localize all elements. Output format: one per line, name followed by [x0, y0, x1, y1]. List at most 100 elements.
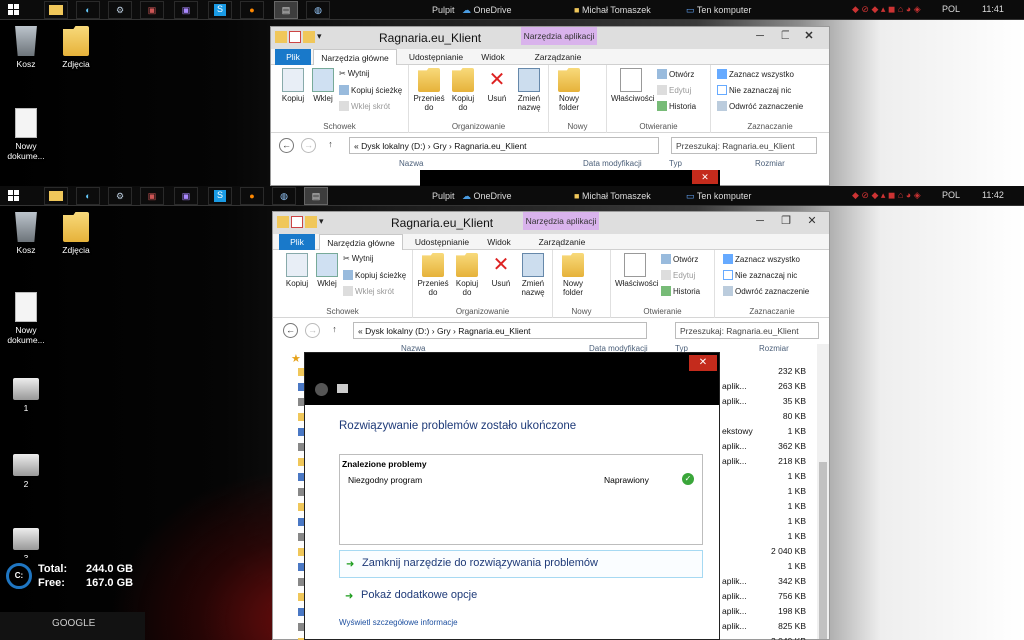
- column-size[interactable]: Rozmiar: [755, 159, 785, 168]
- details-link[interactable]: Wyświetl szczegółowe informacje: [339, 618, 458, 627]
- open-button[interactable]: Otwórz: [661, 254, 698, 264]
- tab-home[interactable]: Narzędzia główne: [319, 234, 403, 251]
- desktop-icon-printer-1[interactable]: 1: [4, 372, 48, 413]
- taskbar-label-pulpit[interactable]: Pulpit: [432, 191, 455, 201]
- tray-icons[interactable]: ◆ ⊘ ◆ ▴ ◼ ⌂ ◕ ◈: [852, 4, 921, 15]
- copy-path-button[interactable]: Kopiuj ścieżkę: [339, 85, 402, 95]
- tab-share[interactable]: Udostępnianie: [409, 234, 475, 250]
- quick-access-toolbar[interactable]: ▾: [275, 31, 325, 43]
- search-input[interactable]: Przeszukaj: Ragnaria.eu_Klient: [671, 137, 817, 154]
- taskbar-label-pulpit[interactable]: Pulpit: [432, 5, 455, 15]
- edit-button[interactable]: Edytuj: [657, 85, 691, 95]
- tab-view[interactable]: Widok: [475, 49, 511, 65]
- dialog-close-button[interactable]: ✕: [689, 355, 717, 371]
- history-button[interactable]: Historia: [661, 286, 700, 296]
- move-to-button[interactable]: Przenieś do: [417, 253, 449, 297]
- explorer-taskbar-icon[interactable]: [44, 187, 68, 205]
- delete-button[interactable]: ✕ Usuń: [481, 68, 513, 103]
- paste-button[interactable]: Wklej: [311, 253, 343, 288]
- new-folder-button[interactable]: Nowy folder: [553, 68, 585, 112]
- tab-share[interactable]: Udostępnianie: [403, 49, 469, 65]
- delete-button[interactable]: ✕ Usuń: [485, 253, 517, 288]
- rename-button[interactable]: Zmień nazwę: [513, 68, 545, 112]
- rename-button[interactable]: Zmień nazwę: [517, 253, 549, 297]
- app-taskbar-icon[interactable]: ▣: [140, 1, 164, 19]
- start-icon[interactable]: [2, 1, 26, 19]
- properties-button[interactable]: Właściwości: [611, 68, 655, 103]
- app-taskbar-icon[interactable]: ▣: [174, 1, 198, 19]
- taskbar-label-computer[interactable]: ▭ Ten komputer: [686, 191, 751, 202]
- google-search-gadget[interactable]: GOOGLE: [0, 612, 145, 640]
- skype-taskbar-icon[interactable]: S: [208, 1, 232, 19]
- desktop-icon-new-document[interactable]: Nowy dokume...: [4, 292, 48, 345]
- paste-button[interactable]: Wklej: [307, 68, 339, 103]
- invert-selection-button[interactable]: Odwróć zaznaczenie: [723, 286, 809, 296]
- column-name[interactable]: Nazwa: [399, 159, 423, 168]
- move-to-button[interactable]: Przenieś do: [413, 68, 445, 112]
- forward-button[interactable]: →: [305, 323, 320, 338]
- copy-button[interactable]: Kopiuj: [277, 68, 309, 103]
- tab-manage[interactable]: Zarządzanie: [527, 234, 597, 250]
- dialog-close-button-back[interactable]: ✕: [692, 170, 718, 184]
- taskbar-label-user[interactable]: ■ Michał Tomaszek: [574, 5, 651, 15]
- history-button[interactable]: Historia: [657, 101, 696, 111]
- firefox-taskbar-icon[interactable]: ●: [240, 187, 264, 205]
- tab-file[interactable]: Plik: [275, 49, 311, 65]
- search-input[interactable]: Przeszukaj: Ragnaria.eu_Klient: [675, 322, 819, 339]
- vertical-scrollbar[interactable]: [817, 344, 829, 639]
- scrollbar-thumb[interactable]: [819, 462, 827, 639]
- skype-taskbar-icon[interactable]: S: [208, 187, 232, 205]
- tab-view[interactable]: Widok: [481, 234, 517, 250]
- tab-home[interactable]: Narzędzia główne: [313, 49, 397, 66]
- desktop-icon-new-document[interactable]: Nowy dokume...: [4, 108, 48, 161]
- taskbar-label-onedrive[interactable]: ☁ OneDrive: [462, 5, 512, 16]
- clock[interactable]: 11:42: [982, 190, 1004, 200]
- copy-to-button[interactable]: Kopiuj do: [451, 253, 483, 297]
- forward-button[interactable]: →: [301, 138, 316, 153]
- app-taskbar-icon[interactable]: ▣: [140, 187, 164, 205]
- clock[interactable]: 11:41: [982, 4, 1004, 14]
- app-taskbar-icon[interactable]: ◐: [76, 187, 100, 205]
- properties-button[interactable]: Właściwości: [615, 253, 659, 288]
- desktop-icon-pictures[interactable]: Zdjęcia: [54, 212, 98, 255]
- start-icon[interactable]: [2, 187, 26, 205]
- steam-taskbar-icon[interactable]: ⚙: [108, 1, 132, 19]
- app-taskbar-icon[interactable]: ▣: [174, 187, 198, 205]
- tray-icons[interactable]: ◆ ⊘ ◆ ▴ ◼ ⌂ ◕ ◈: [852, 190, 921, 201]
- column-type[interactable]: Typ: [669, 159, 682, 168]
- desktop-icon-printer-2[interactable]: 2: [4, 448, 48, 489]
- column-date[interactable]: Data modyfikacji: [583, 159, 642, 168]
- minimize-button[interactable]: ─: [747, 212, 773, 232]
- desktop-icon-recycle-bin[interactable]: Kosz: [4, 212, 48, 255]
- paste-shortcut-button[interactable]: Wklej skrót: [339, 101, 390, 111]
- maximize-button[interactable]: ❐: [773, 212, 799, 232]
- app-taskbar-icon[interactable]: ◐: [76, 1, 100, 19]
- address-bar[interactable]: « Dysk lokalny (D:) › Gry › Ragnaria.eu_…: [349, 137, 659, 154]
- back-button[interactable]: ←: [279, 138, 294, 153]
- desktop-icon-printer-3[interactable]: 3: [4, 522, 48, 558]
- up-button[interactable]: ↑: [323, 138, 338, 153]
- close-troubleshooter-link[interactable]: ➜ Zamknij narzędzie do rozwiązywania prob…: [339, 550, 703, 578]
- copy-to-button[interactable]: Kopiuj do: [447, 68, 479, 112]
- edit-button[interactable]: Edytuj: [661, 270, 695, 280]
- app-taskbar-icon[interactable]: ◍: [306, 1, 330, 19]
- select-all-button[interactable]: Zaznacz wszystko: [717, 69, 794, 79]
- select-all-button[interactable]: Zaznacz wszystko: [723, 254, 800, 264]
- up-button[interactable]: ↑: [327, 323, 342, 338]
- minimize-button[interactable]: ─: [747, 27, 773, 47]
- desktop-icon-pictures[interactable]: Zdjęcia: [54, 26, 98, 69]
- invert-selection-button[interactable]: Odwróć zaznaczenie: [717, 101, 803, 111]
- quick-access-toolbar[interactable]: ▾: [277, 216, 327, 228]
- taskbar-label-onedrive[interactable]: ☁ OneDrive: [462, 191, 512, 202]
- active-window-taskbar-icon[interactable]: ▤: [274, 1, 298, 19]
- close-button[interactable]: ✕: [799, 212, 825, 232]
- tab-manage[interactable]: Zarządzanie: [523, 49, 593, 65]
- select-none-button[interactable]: Nie zaznaczaj nic: [723, 270, 797, 280]
- active-window-taskbar-icon[interactable]: ▤: [304, 187, 328, 205]
- select-none-button[interactable]: Nie zaznaczaj nic: [717, 85, 791, 95]
- close-button[interactable]: ✕: [789, 27, 829, 47]
- back-button[interactable]: ←: [283, 323, 298, 338]
- open-button[interactable]: Otwórz: [657, 69, 694, 79]
- paste-shortcut-button[interactable]: Wklej skrót: [343, 286, 394, 296]
- explorer-taskbar-icon[interactable]: [44, 1, 68, 19]
